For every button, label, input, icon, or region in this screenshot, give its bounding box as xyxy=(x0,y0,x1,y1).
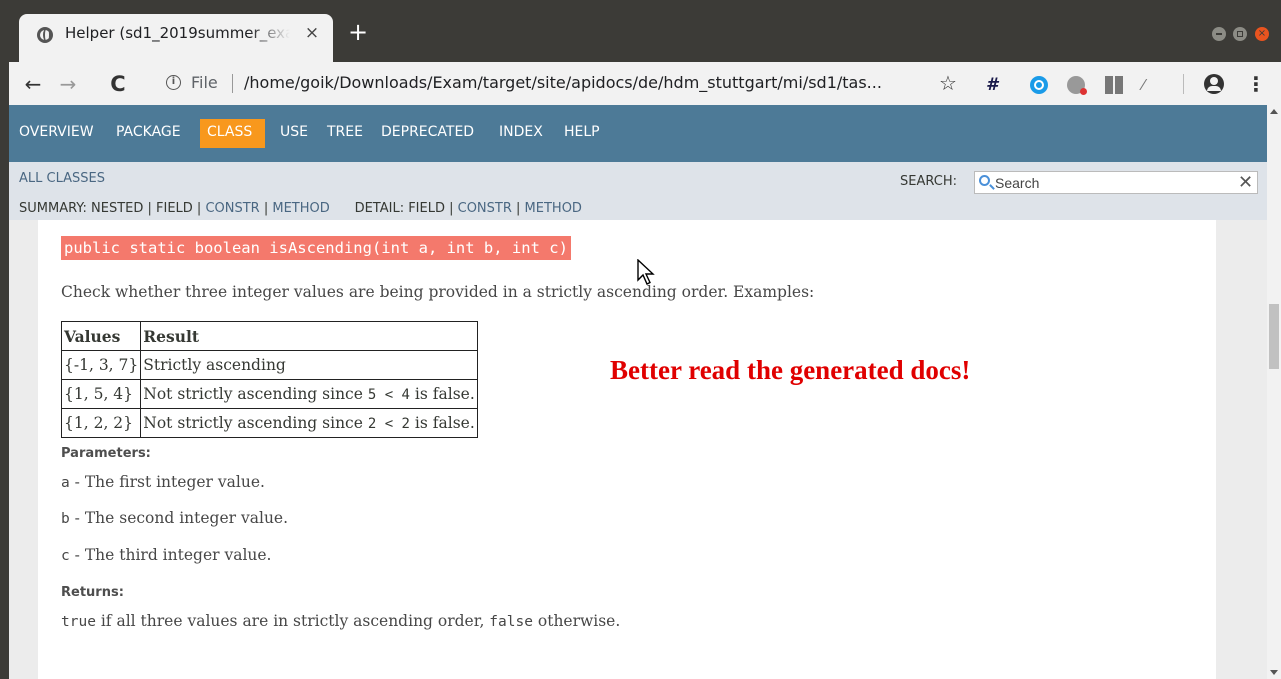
scroll-up-arrow-icon[interactable] xyxy=(1270,109,1278,114)
window-maximize-button[interactable] xyxy=(1233,27,1247,41)
nav-help[interactable]: HELP xyxy=(564,124,600,140)
javadoc-sub-nav: ALL CLASSES SUMMARY: NESTED | FIELD | CO… xyxy=(9,162,1267,220)
javadoc-top-nav: OVERVIEW PACKAGE CLASS USE TREE DEPRECAT… xyxy=(9,105,1267,162)
grid-extension-icon[interactable] xyxy=(1105,76,1123,94)
new-tab-button[interactable]: + xyxy=(346,20,370,45)
sync-extension-icon[interactable] xyxy=(1030,76,1048,94)
table-cell-values: {-1, 3, 7} xyxy=(60,350,142,380)
all-classes-link[interactable]: ALL CLASSES xyxy=(19,171,105,186)
back-arrow-icon[interactable]: ← xyxy=(21,72,45,96)
address-scheme-label: File xyxy=(191,73,218,92)
table-header-row: Values Result xyxy=(60,321,478,351)
eyedropper-extension-icon[interactable]: ⁄ xyxy=(1142,76,1160,94)
forward-arrow-icon[interactable]: → xyxy=(56,72,80,96)
address-bar[interactable]: i File /home/goik/Downloads/Exam/target/… xyxy=(159,70,929,98)
nav-deprecated[interactable]: DEPRECATED xyxy=(381,124,474,140)
table-cell-result: Not strictly ascending since 2 < 2 is fa… xyxy=(140,408,478,438)
search-box: ✕ xyxy=(974,171,1258,194)
browser-toolbar: ← → C i File /home/goik/Downloads/Exam/t… xyxy=(9,62,1281,105)
hash-extension-icon[interactable]: # xyxy=(986,76,1004,94)
window-close-button[interactable]: × xyxy=(1255,27,1269,41)
table-cell-result: Not strictly ascending since 5 < 4 is fa… xyxy=(140,379,478,409)
table-cell-values: {1, 2, 2} xyxy=(60,408,142,438)
method-signature: public static boolean isAscending(int a,… xyxy=(61,236,571,260)
nav-tree[interactable]: TREE xyxy=(327,124,363,140)
profile-avatar-icon[interactable] xyxy=(1204,74,1224,94)
bookmark-star-icon[interactable]: ☆ xyxy=(939,72,957,94)
info-icon[interactable]: i xyxy=(166,75,181,90)
table-cell-values: {1, 5, 4} xyxy=(60,379,142,409)
nav-index[interactable]: INDEX xyxy=(499,124,543,140)
table-cell-result: Strictly ascending xyxy=(140,350,478,380)
method-description: Check whether three integer values are b… xyxy=(61,283,815,301)
table-header-result: Result xyxy=(140,321,478,351)
address-url[interactable]: /home/goik/Downloads/Exam/target/site/ap… xyxy=(244,73,882,92)
search-input[interactable] xyxy=(995,173,1225,192)
mouse-pointer-icon xyxy=(637,259,655,285)
nav-package[interactable]: PACKAGE xyxy=(116,124,181,140)
search-icon xyxy=(979,175,990,186)
ghostery-extension-icon[interactable] xyxy=(1067,76,1087,95)
scroll-down-arrow-icon[interactable] xyxy=(1270,670,1278,675)
search-reset-icon[interactable]: ✕ xyxy=(1238,172,1253,193)
tab-title: Helper (sd1_2019summer_exam) xyxy=(65,24,290,42)
param-a: a - The first integer value. xyxy=(61,473,265,491)
table-row: {1, 2, 2} Not strictly ascending since 2… xyxy=(60,408,478,438)
summary-detail-links: SUMMARY: NESTED | FIELD | CONSTR | METHO… xyxy=(19,201,582,216)
returns-heading: Returns: xyxy=(61,585,124,600)
window-frame xyxy=(0,0,9,679)
page-scrollbar[interactable] xyxy=(1267,105,1281,679)
globe-icon xyxy=(37,27,53,43)
method-detail: public static boolean isAscending(int a,… xyxy=(38,220,1216,679)
detail-constr-link[interactable]: CONSTR xyxy=(458,201,512,216)
browser-tab-strip: Helper (sd1_2019summer_exam) × + × xyxy=(0,0,1281,62)
summary-method-link[interactable]: METHOD xyxy=(272,201,329,216)
table-row: {1, 5, 4} Not strictly ascending since 5… xyxy=(60,379,478,409)
returns-description: true if all three values are in strictly… xyxy=(61,612,621,630)
nav-overview[interactable]: OVERVIEW xyxy=(19,124,94,140)
browser-tab[interactable]: Helper (sd1_2019summer_exam) × xyxy=(19,14,333,62)
param-b: b - The second integer value. xyxy=(61,509,289,527)
param-c: c - The third integer value. xyxy=(61,546,272,564)
toolbar-divider xyxy=(1183,74,1184,94)
tab-close-button[interactable]: × xyxy=(301,22,323,44)
page-viewport: OVERVIEW PACKAGE CLASS USE TREE DEPRECAT… xyxy=(9,105,1267,679)
table-row: {-1, 3, 7} Strictly ascending xyxy=(60,350,478,380)
nav-use[interactable]: USE xyxy=(280,124,308,140)
detail-method-link[interactable]: METHOD xyxy=(525,201,582,216)
annotation-callout: Better read the generated docs! xyxy=(610,355,971,385)
nav-class-active: CLASS xyxy=(200,119,265,148)
reload-icon[interactable]: C xyxy=(106,72,130,96)
examples-table: Values Result {-1, 3, 7} Strictly ascend… xyxy=(60,321,478,438)
summary-constr-link[interactable]: CONSTR xyxy=(205,201,259,216)
parameters-heading: Parameters: xyxy=(61,446,151,461)
table-header-values: Values xyxy=(60,321,142,351)
more-menu-icon[interactable]: ⋮ xyxy=(1246,72,1266,96)
address-divider xyxy=(232,74,233,93)
window-minimize-button[interactable] xyxy=(1212,27,1226,41)
search-label: SEARCH: xyxy=(900,174,957,189)
scroll-thumb[interactable] xyxy=(1269,304,1279,369)
